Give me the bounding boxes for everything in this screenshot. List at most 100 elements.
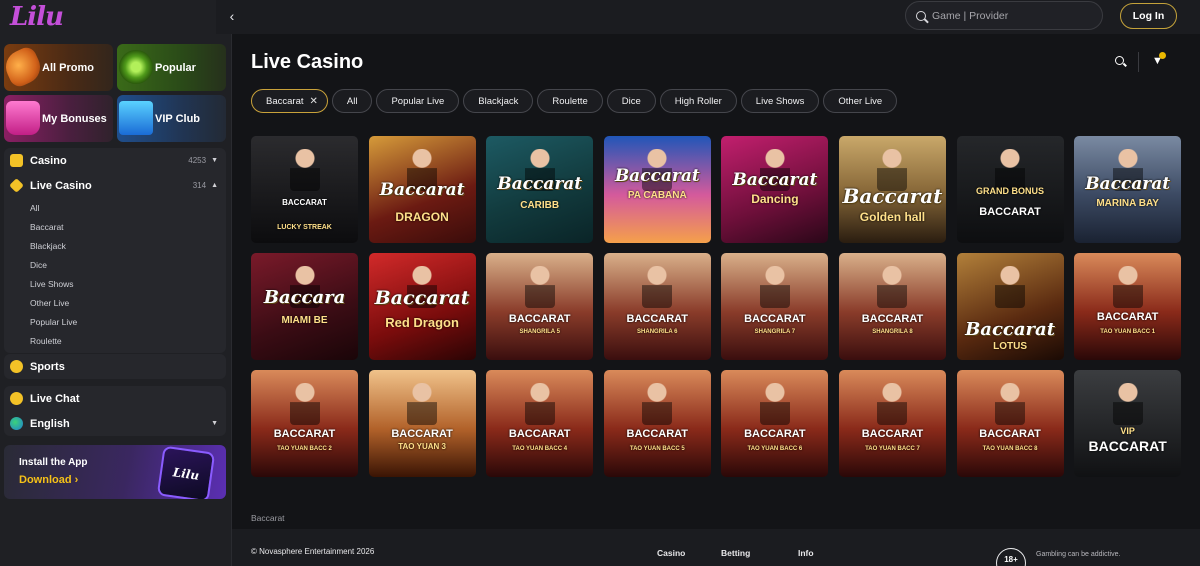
sidebar-item-label: Live Chat (30, 392, 80, 405)
chip-dice[interactable]: Dice (606, 89, 656, 113)
sidebar-subitem-other-live[interactable]: Other Live (4, 293, 226, 312)
promo-tile-popular[interactable]: Popular (117, 44, 226, 91)
game-tile[interactable]: Baccarat Dancing (721, 136, 829, 243)
sidebar-item-sports[interactable]: Sports (4, 354, 226, 379)
install-app-banner[interactable]: Install the App Download › Lilu (4, 445, 226, 499)
vip-icon (119, 101, 153, 135)
game-subtitle: TAO YUAN BACC 6 (747, 446, 803, 452)
chip-roulette[interactable]: Roulette (537, 89, 603, 113)
install-app-title: Install the App (19, 457, 88, 468)
game-tile[interactable]: BACCARAT TAO YUAN BACC 6 (721, 370, 829, 477)
game-subtitle: TAO YUAN BACC 7 (865, 446, 920, 452)
promo-tile-all-promo[interactable]: All Promo (4, 44, 113, 91)
dealer-image (995, 265, 1026, 308)
game-tile[interactable]: Baccarat Golden hall (838, 136, 946, 243)
chip-blackjack[interactable]: Blackjack (463, 89, 534, 113)
chip-live-shows[interactable]: Live Shows (740, 89, 820, 113)
game-tile[interactable]: BACCARAT TAO YUAN BACC 5 (603, 370, 711, 477)
game-tile[interactable]: BACCARAT SHANGRILA 5 (486, 253, 594, 360)
game-title: Baccarat (1085, 174, 1171, 194)
game-title: Baccarat (732, 170, 818, 190)
dealer-image (877, 265, 908, 308)
live-casino-submenu: All Baccarat Blackjack Dice Live Shows O… (4, 198, 226, 353)
sidebar-item-label: Sports (30, 360, 65, 373)
dealer-image (1112, 382, 1143, 425)
sports-nav-section: Sports (4, 354, 226, 379)
login-button[interactable]: Log In (1120, 3, 1177, 29)
game-subtitle: Dancing (751, 192, 799, 206)
game-title: BACCARAT (626, 313, 689, 325)
language-selector[interactable]: English ▼ (4, 411, 226, 436)
game-title: Baccarat (374, 287, 470, 309)
game-title: BACCARAT (861, 428, 924, 440)
game-tile[interactable]: BACCARAT TAO YUAN BACC 1 (1074, 253, 1182, 360)
game-tile[interactable]: Baccara MIAMI BE (251, 253, 358, 360)
game-tile[interactable]: BACCARAT TAO YUAN BACC 2 (251, 370, 358, 477)
promo-tile-label: My Bonuses (42, 112, 107, 125)
game-subtitle: TAO YUAN BACC 2 (277, 446, 332, 452)
game-search[interactable] (905, 1, 1103, 30)
chip-other-live[interactable]: Other Live (823, 89, 898, 113)
dealer-image (289, 148, 320, 191)
footer-link-info[interactable]: Info (798, 548, 814, 558)
footer-link-betting[interactable]: Betting (721, 548, 750, 558)
dealer-image (995, 382, 1026, 425)
dealer-image (1112, 265, 1143, 308)
game-tile[interactable]: BACCARAT TAO YUAN BACC 7 (838, 370, 946, 477)
game-title: BACCARAT (744, 313, 806, 325)
chip-high-roller[interactable]: High Roller (659, 89, 737, 113)
game-title: BACCARAT (508, 313, 571, 325)
game-tile[interactable]: BACCARAT TAO YUAN 3 (368, 370, 476, 477)
footer-link-casino[interactable]: Casino (657, 548, 685, 558)
game-tile[interactable]: BACCARAT GRAND BONUS (956, 136, 1064, 243)
chip-baccarat[interactable]: Baccarat ✕ (251, 89, 328, 113)
game-tile[interactable]: Baccarat MARINA BAY (1074, 136, 1182, 243)
game-subtitle: GRAND BONUS (976, 186, 1045, 196)
game-tile[interactable]: Baccarat LOTUS (956, 253, 1064, 360)
game-tile[interactable]: BACCARAT SHANGRILA 8 (838, 253, 946, 360)
search-icon (916, 10, 926, 21)
sidebar-subitem-baccarat[interactable]: Baccarat (4, 217, 226, 236)
search-icon[interactable] (1115, 56, 1127, 68)
promo-tile-vip-club[interactable]: VIP Club (117, 95, 226, 142)
promo-tile-my-bonuses[interactable]: My Bonuses (4, 95, 113, 142)
support-nav-section: Live Chat English ▼ (4, 386, 226, 436)
game-title: Baccarat (842, 184, 943, 208)
sidebar-subitem-dice[interactable]: Dice (4, 255, 226, 274)
chip-popular-live[interactable]: Popular Live (376, 89, 460, 113)
game-tile[interactable]: Baccarat Red Dragon (368, 253, 476, 360)
game-tile[interactable]: BACCARAT VIP (1074, 370, 1182, 477)
chip-all[interactable]: All (331, 89, 373, 113)
sidebar-subitem-popular-live[interactable]: Popular Live (4, 312, 226, 331)
filter-icon[interactable]: ▼ (1152, 52, 1166, 67)
dealer-image (877, 382, 908, 425)
sidebar-item-live-casino[interactable]: Live Casino 314 ▲ (4, 173, 226, 198)
game-tile[interactable]: BACCARAT SHANGRILA 6 (603, 253, 711, 360)
sidebar-subitem-roulette[interactable]: Roulette (4, 331, 226, 350)
game-tile[interactable]: BACCARAT SHANGRILA 7 (721, 253, 829, 360)
game-title: BACCARAT (861, 313, 924, 325)
promo-icon (4, 44, 46, 90)
sidebar-item-casino[interactable]: Casino 4253 ▼ (4, 148, 226, 173)
game-tile[interactable]: BACCARAT TAO YUAN BACC 8 (956, 370, 1064, 477)
game-subtitle: PA CABANA (627, 190, 687, 201)
globe-icon (10, 417, 23, 430)
back-arrow-icon[interactable]: ‹ (222, 7, 242, 27)
game-title: Baccarat (497, 174, 583, 194)
sidebar-subitem-live-shows[interactable]: Live Shows (4, 274, 226, 293)
download-link[interactable]: Download › (19, 474, 78, 486)
brand-logo[interactable]: Lilu (10, 2, 64, 32)
sidebar-subitem-blackjack[interactable]: Blackjack (4, 236, 226, 255)
game-tile[interactable]: Baccarat PA CABANA (603, 136, 711, 243)
game-tile[interactable]: BACCARAT TAO YUAN BACC 4 (486, 370, 594, 477)
game-subtitle: SHANGRILA 8 (872, 329, 913, 335)
game-tile[interactable]: Baccarat DRAGON (368, 136, 476, 243)
game-tile[interactable]: BACCARAT LUCKY STREAK (251, 136, 358, 243)
close-icon[interactable]: ✕ (310, 96, 318, 107)
sidebar-item-live-chat[interactable]: Live Chat (4, 386, 226, 411)
sidebar-subitem-all[interactable]: All (4, 198, 226, 217)
divider (1138, 52, 1139, 72)
game-subtitle: DRAGON (395, 210, 449, 224)
game-tile[interactable]: Baccarat CARIBB (486, 136, 594, 243)
search-input[interactable] (932, 9, 1092, 22)
